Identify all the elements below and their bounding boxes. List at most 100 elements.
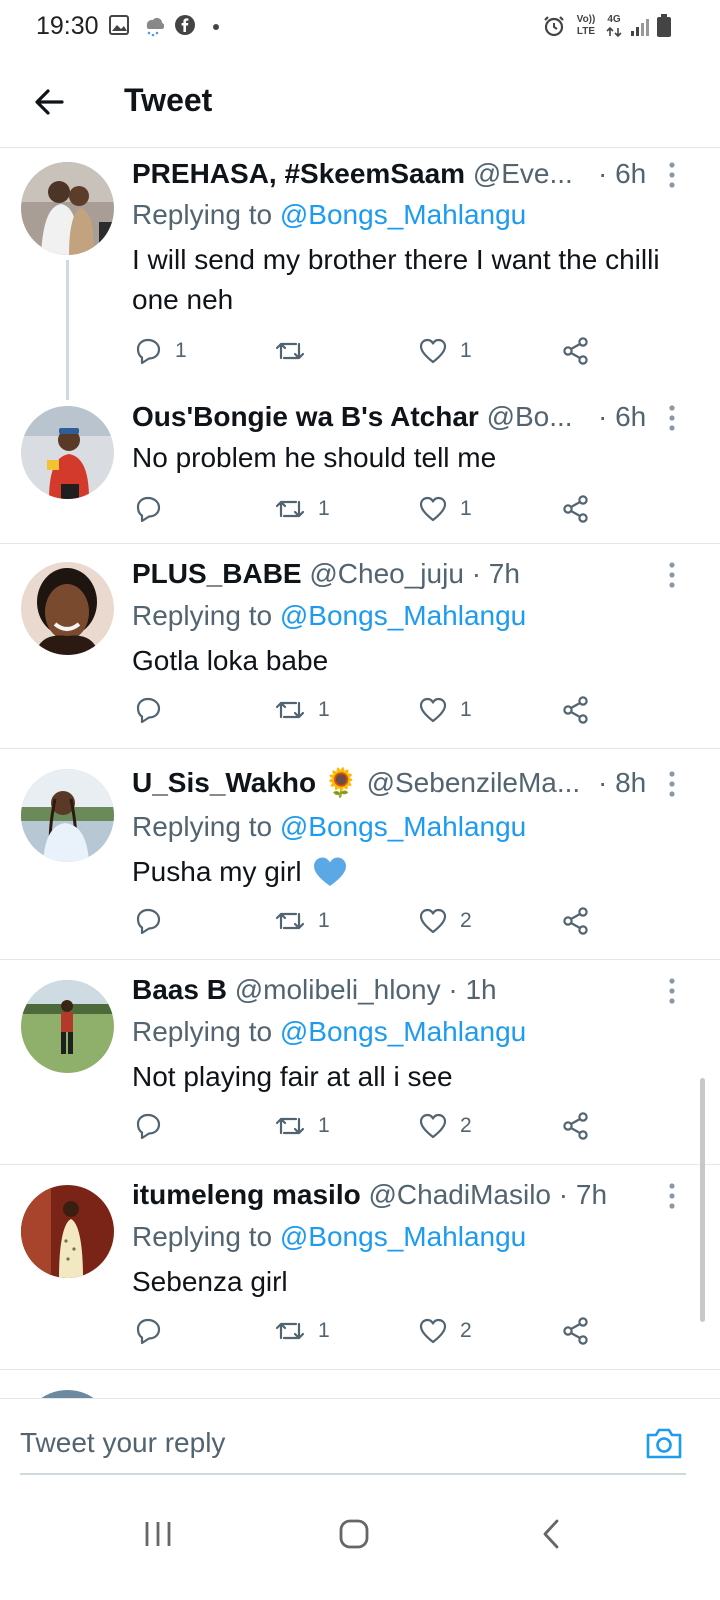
like-icon bbox=[419, 1113, 447, 1139]
retweet-button[interactable]: 1 bbox=[274, 906, 330, 936]
handle[interactable]: @Cheo_juju bbox=[309, 558, 464, 589]
tweet-5[interactable]: Baas B @molibeli_hlony · 1h Replying to … bbox=[0, 960, 720, 1165]
retweet-icon bbox=[275, 701, 305, 719]
avatar[interactable] bbox=[21, 162, 114, 255]
share-icon bbox=[563, 1317, 588, 1345]
share-button[interactable] bbox=[562, 695, 590, 725]
replying-to-label: Replying to bbox=[132, 1016, 280, 1047]
camera-icon[interactable] bbox=[644, 1425, 684, 1461]
reply-feed[interactable]: PREHASA, #SkeemSaam @Eve... · 6h Replyin… bbox=[0, 148, 720, 1398]
mention-link[interactable]: @Bongs_Mahlangu bbox=[280, 811, 526, 842]
like-button[interactable]: 2 bbox=[418, 906, 472, 936]
reply-button[interactable] bbox=[133, 1316, 175, 1346]
back-arrow-icon[interactable] bbox=[30, 82, 70, 122]
avatar[interactable] bbox=[21, 769, 114, 862]
mention-link[interactable]: @Bongs_Mahlangu bbox=[280, 1016, 526, 1047]
reply-button[interactable] bbox=[133, 695, 175, 725]
handle[interactable]: @ChadiMasilo bbox=[369, 1179, 552, 1210]
back-nav-icon[interactable] bbox=[532, 1514, 572, 1554]
tweet-2[interactable]: Ous'Bongie wa B's Atchar @Bo... · 6h No … bbox=[0, 388, 720, 544]
avatar[interactable] bbox=[21, 562, 114, 655]
like-icon bbox=[419, 1318, 447, 1344]
reply-input[interactable] bbox=[20, 1423, 620, 1463]
home-icon[interactable] bbox=[334, 1514, 374, 1554]
avatar-image bbox=[21, 1185, 114, 1278]
tweet-6[interactable]: itumeleng masilo @ChadiMasilo · 7h Reply… bbox=[0, 1165, 720, 1370]
retweet-button[interactable] bbox=[274, 336, 318, 366]
more-icon[interactable] bbox=[668, 1183, 676, 1209]
handle[interactable]: @Bo... bbox=[487, 401, 573, 432]
display-name[interactable]: PREHASA, #SkeemSaam bbox=[132, 158, 465, 189]
display-name[interactable]: U_Sis_Wakho bbox=[132, 767, 316, 798]
timestamp[interactable]: · 8h bbox=[598, 766, 646, 800]
share-button[interactable] bbox=[562, 494, 590, 524]
display-name[interactable]: PLUS_BABE bbox=[132, 558, 302, 589]
gallery-icon bbox=[109, 15, 129, 35]
reply-icon bbox=[136, 697, 161, 724]
more-icon[interactable] bbox=[668, 771, 676, 797]
avatar[interactable] bbox=[21, 1390, 114, 1398]
like-button[interactable]: 2 bbox=[418, 1316, 472, 1346]
avatar-image bbox=[21, 562, 114, 655]
retweet-icon bbox=[275, 1322, 305, 1340]
tweet-text: Gotla loka babe bbox=[132, 645, 329, 676]
battery-icon bbox=[657, 14, 671, 37]
display-name[interactable]: Baas B bbox=[132, 974, 227, 1005]
tweet-partial[interactable] bbox=[0, 1370, 720, 1398]
more-icon[interactable] bbox=[668, 162, 676, 188]
status-bar: 19:30 Vo)) LTE 4G bbox=[0, 0, 720, 52]
share-button[interactable] bbox=[562, 1316, 590, 1346]
like-icon bbox=[419, 338, 447, 364]
avatar[interactable] bbox=[21, 980, 114, 1073]
display-name[interactable]: itumeleng masilo bbox=[132, 1179, 361, 1210]
tweet-4[interactable]: U_Sis_Wakho 🌻 @SebenzileMa... · 8h Reply… bbox=[0, 749, 720, 960]
like-count: 1 bbox=[460, 698, 472, 721]
handle[interactable]: @SebenzileMa... bbox=[367, 767, 581, 798]
like-button[interactable]: 1 bbox=[418, 695, 472, 725]
replying-to: Replying to @Bongs_Mahlangu bbox=[132, 1015, 526, 1049]
retweet-button[interactable]: 1 bbox=[274, 1316, 330, 1346]
retweet-count: 1 bbox=[318, 1319, 330, 1342]
retweet-button[interactable]: 1 bbox=[274, 695, 330, 725]
timestamp[interactable]: · 1h bbox=[448, 974, 496, 1005]
more-icon[interactable] bbox=[668, 978, 676, 1004]
avatar[interactable] bbox=[21, 1185, 114, 1278]
tweet-text-row: Pusha my girl bbox=[132, 852, 672, 892]
mention-link[interactable]: @Bongs_Mahlangu bbox=[280, 1221, 526, 1252]
share-button[interactable] bbox=[562, 1111, 590, 1141]
like-button[interactable]: 1 bbox=[418, 494, 472, 524]
display-name[interactable]: Ous'Bongie wa B's Atchar bbox=[132, 401, 479, 432]
mention-link[interactable]: @Bongs_Mahlangu bbox=[280, 199, 526, 230]
reply-button[interactable]: 1 bbox=[133, 336, 187, 366]
recent-apps-icon[interactable] bbox=[138, 1514, 178, 1554]
replying-to-label: Replying to bbox=[132, 1221, 280, 1252]
more-icon[interactable] bbox=[668, 405, 676, 431]
tweet-header: PLUS_BABE @Cheo_juju · 7h bbox=[132, 557, 660, 591]
share-icon bbox=[563, 907, 588, 935]
replying-to-label: Replying to bbox=[132, 811, 280, 842]
mention-link[interactable]: @Bongs_Mahlangu bbox=[280, 600, 526, 631]
timestamp[interactable]: · 6h bbox=[598, 400, 646, 434]
tweet-1[interactable]: PREHASA, #SkeemSaam @Eve... · 6h Replyin… bbox=[0, 148, 720, 400]
retweet-button[interactable]: 1 bbox=[274, 1111, 330, 1141]
reply-button[interactable] bbox=[133, 906, 175, 936]
retweet-button[interactable]: 1 bbox=[274, 494, 330, 524]
retweet-count: 1 bbox=[318, 1114, 330, 1137]
timestamp[interactable]: · 7h bbox=[472, 558, 520, 589]
like-button[interactable]: 2 bbox=[418, 1111, 472, 1141]
avatar-image bbox=[21, 406, 114, 499]
reply-button[interactable] bbox=[133, 1111, 175, 1141]
timestamp[interactable]: · 7h bbox=[559, 1179, 607, 1210]
share-button[interactable] bbox=[562, 336, 590, 366]
avatar[interactable] bbox=[21, 406, 114, 499]
share-button[interactable] bbox=[562, 906, 590, 936]
reply-button[interactable] bbox=[133, 494, 175, 524]
handle[interactable]: @molibeli_hlony bbox=[235, 974, 441, 1005]
more-icon[interactable] bbox=[668, 562, 676, 588]
scrollbar[interactable] bbox=[700, 1078, 705, 1322]
tweet-text: Pusha my girl bbox=[132, 856, 302, 887]
timestamp[interactable]: · 6h bbox=[598, 157, 646, 191]
like-button[interactable]: 1 bbox=[418, 336, 472, 366]
tweet-3[interactable]: PLUS_BABE @Cheo_juju · 7h Replying to @B… bbox=[0, 544, 720, 749]
handle[interactable]: @Eve... bbox=[473, 158, 573, 189]
